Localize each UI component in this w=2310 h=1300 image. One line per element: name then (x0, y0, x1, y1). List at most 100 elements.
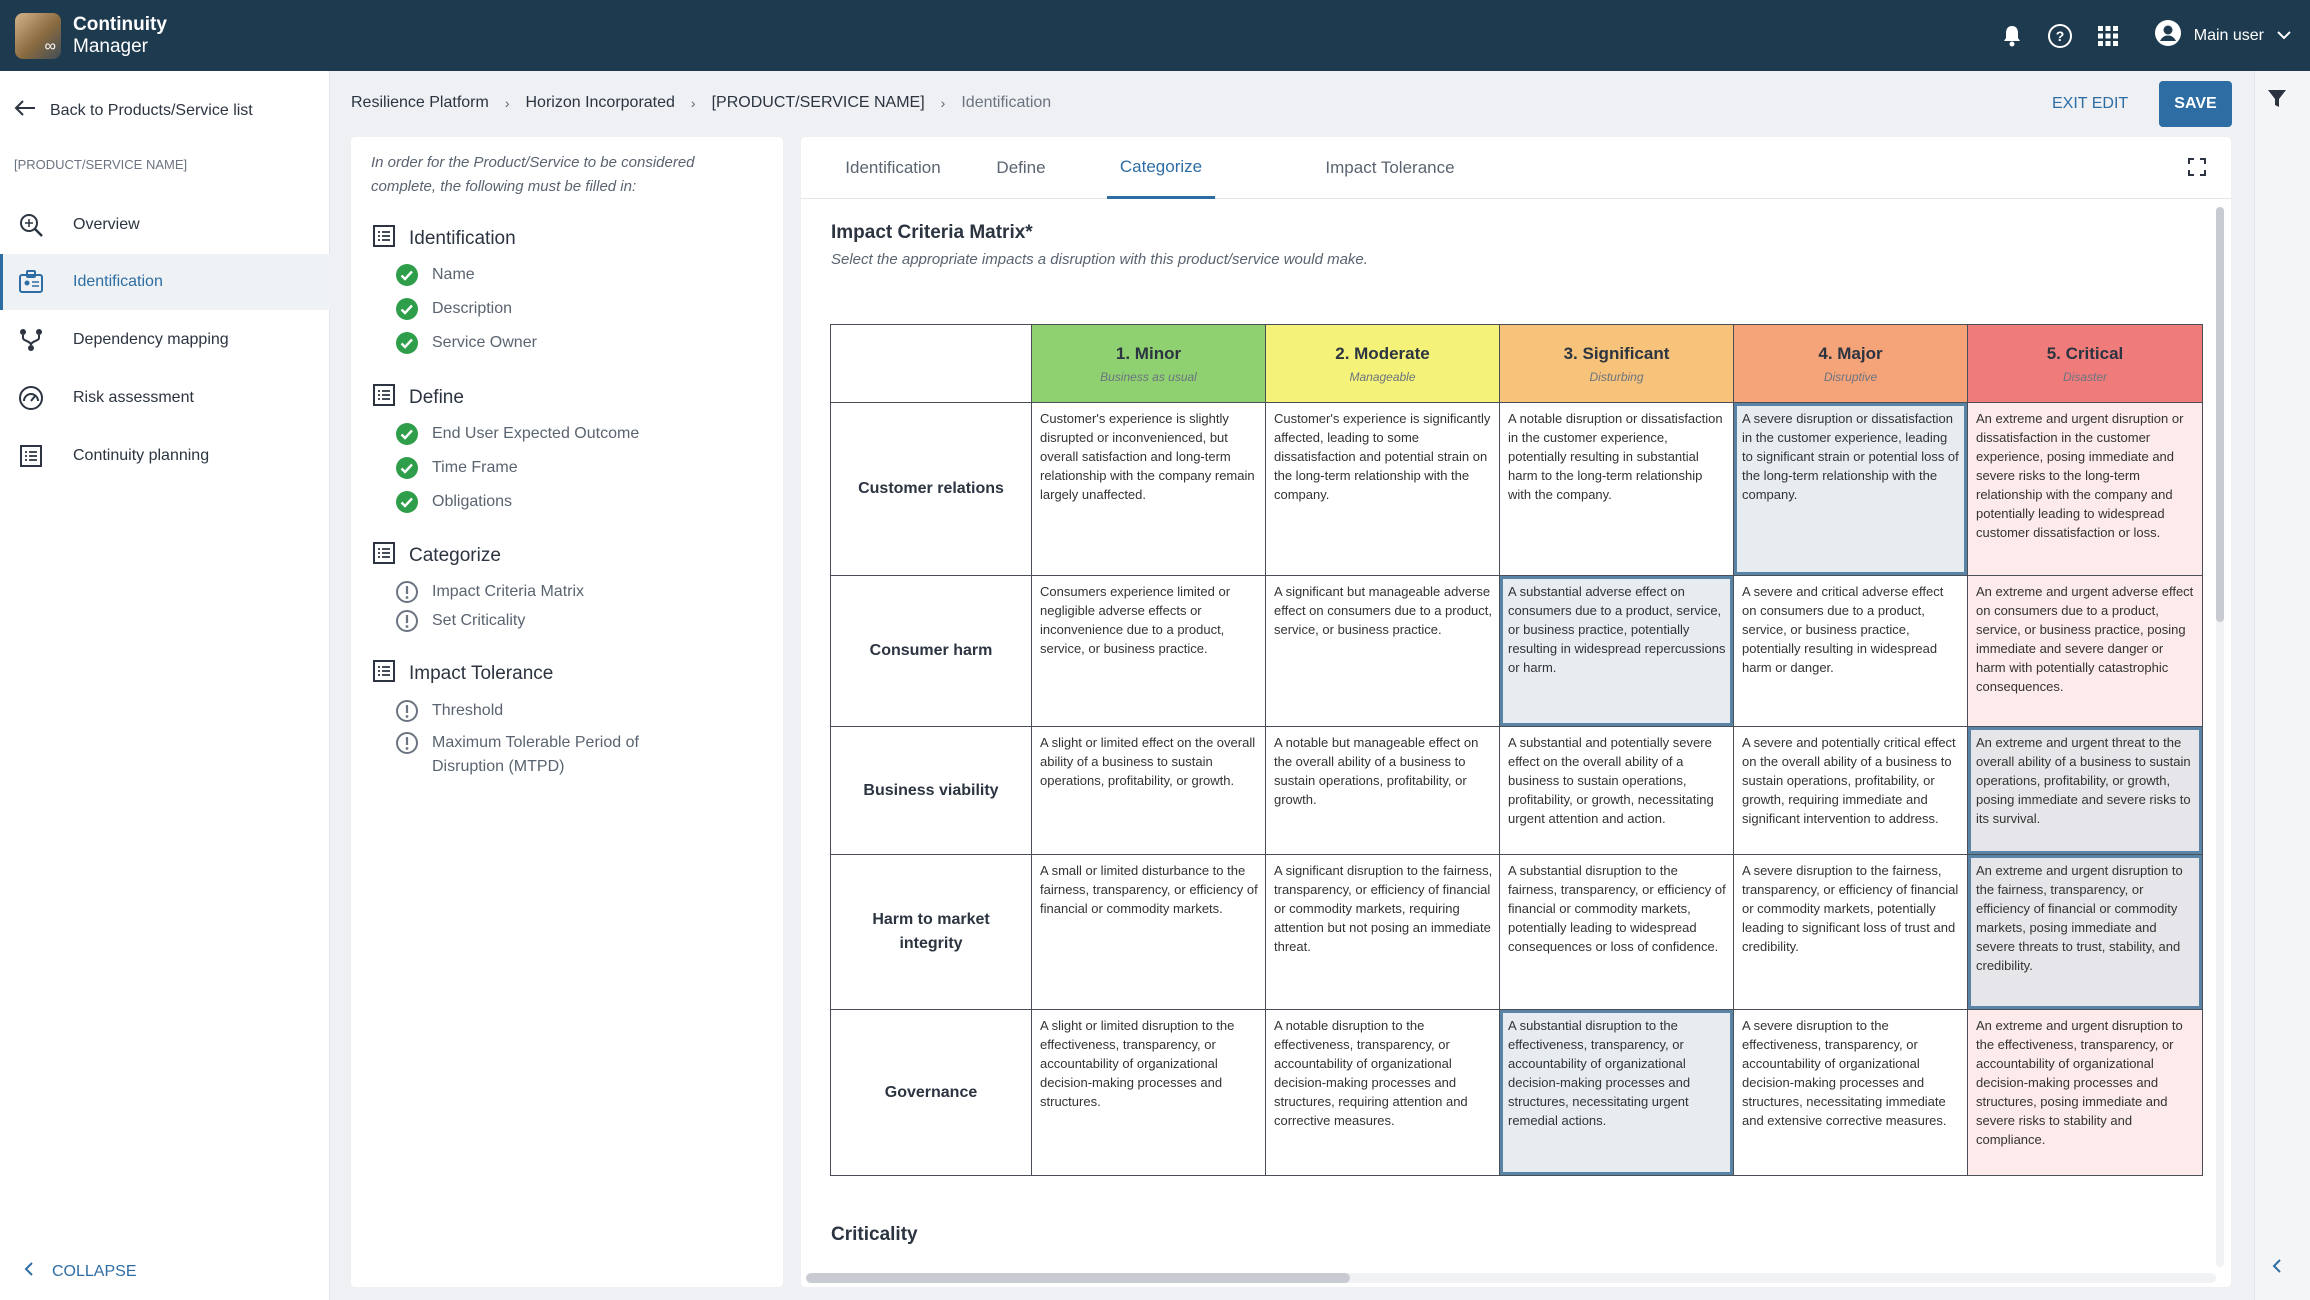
fork-icon (16, 325, 46, 355)
checklist-item: Time Frame (395, 456, 518, 488)
help-icon[interactable]: ? (2044, 20, 2076, 52)
checklist-intro: In order for the Product/Service to be c… (371, 154, 695, 195)
checklist-item-label: Description (432, 300, 513, 317)
vertical-scrollbar-thumb[interactable] (2216, 207, 2224, 622)
matrix-header-row: 1. Minor Business as usual 2. Moderate Man… (830, 324, 2203, 403)
level-header-minor: 1. Minor Business as usual (1031, 324, 1266, 403)
apps-grid-icon[interactable] (2092, 20, 2124, 52)
section-list-icon (373, 384, 395, 412)
matrix-cell[interactable]: A significant disruption to the fairness… (1265, 854, 1500, 1010)
checklist-item-label: Service Owner (432, 334, 537, 351)
matrix-cell[interactable]: A small or limited disturbance to the fa… (1031, 854, 1266, 1010)
checklist-section-title: Define (409, 387, 464, 408)
fullscreen-icon[interactable] (2187, 157, 2207, 182)
breadcrumb-item[interactable]: Resilience Platform (351, 94, 489, 112)
checklist-section-define: Define (373, 384, 464, 412)
matrix-title: Impact Criteria Matrix* (831, 222, 1033, 243)
user-menu[interactable]: Main user (2154, 19, 2292, 52)
level-header-significant: 3. Significant Disturbing (1499, 324, 1734, 403)
matrix-cell[interactable]: A slight or limited disruption to the ef… (1031, 1009, 1266, 1176)
matrix-cell[interactable]: A severe disruption to the effectiveness… (1733, 1009, 1968, 1176)
tab-categorize[interactable]: Categorize (1107, 137, 1215, 199)
matrix-cell-selected[interactable]: An extreme and urgent threat to the over… (1967, 726, 2203, 855)
check-circle-icon (395, 490, 419, 522)
tab-impact-tolerance[interactable]: Impact Tolerance (1295, 137, 1485, 199)
matrix-cell[interactable]: A severe disruption to the fairness, tra… (1733, 854, 1968, 1010)
matrix-cell[interactable]: A notable disruption to the effectivenes… (1265, 1009, 1500, 1176)
matrix-row-label: Customer relations (830, 402, 1032, 576)
account-icon (2154, 19, 2182, 52)
bell-icon[interactable] (1996, 20, 2028, 52)
matrix-cell-selected[interactable]: A severe disruption or dissatisfaction i… (1733, 402, 1968, 576)
check-circle-icon (395, 263, 419, 295)
checklist-item-label: Time Frame (432, 459, 518, 476)
sidebar-item-dependency-mapping[interactable]: Dependency mapping (0, 312, 330, 368)
level-header-critical: 5. Critical Disaster (1967, 324, 2203, 403)
matrix-cell[interactable]: A substantial and potentially severe eff… (1499, 726, 1734, 855)
section-list-icon (373, 660, 395, 688)
sidebar-item-label: Overview (73, 216, 140, 233)
sidebar-item-label: Risk assessment (73, 389, 194, 406)
level-name: 4. Major (1818, 343, 1883, 363)
breadcrumb-item[interactable]: Horizon Incorporated (526, 94, 675, 112)
filter-icon[interactable] (2266, 88, 2288, 115)
checklist-item: End User Expected Outcome (395, 422, 639, 454)
checklist-section-categorize: Categorize (373, 542, 501, 570)
svg-text:?: ? (2055, 28, 2064, 44)
alert-circle-icon (395, 609, 419, 641)
level-name: 2. Moderate (1335, 343, 1430, 363)
sidebar: Back to Products/Service list [PRODUCT/S… (0, 71, 330, 1300)
check-circle-icon (395, 331, 419, 363)
matrix-cell[interactable]: Customer's experience is slightly disrup… (1031, 402, 1266, 576)
matrix-cell[interactable]: A notable but manageable effect on the o… (1265, 726, 1500, 855)
check-circle-icon (395, 422, 419, 454)
chevron-left-icon[interactable] (2272, 1258, 2282, 1279)
section-list-icon (373, 542, 395, 570)
sidebar-item-continuity-planning[interactable]: Continuity planning (0, 428, 330, 484)
matrix-cell[interactable]: A severe and potentially critical effect… (1733, 726, 1968, 855)
matrix-cell[interactable]: A significant but manageable adverse eff… (1265, 575, 1500, 727)
horizontal-scrollbar-thumb[interactable] (806, 1273, 1350, 1283)
impact-criteria-matrix: 1. Minor Business as usual 2. Moderate Man… (830, 324, 2203, 1176)
checklist-item-label: Impact Criteria Matrix (432, 583, 585, 600)
matrix-cell[interactable]: An extreme and urgent adverse effect on … (1967, 575, 2203, 727)
exit-edit-button[interactable]: EXIT EDIT (2052, 95, 2128, 113)
criticality-title: Criticality (831, 1224, 918, 1245)
save-button[interactable]: SAVE (2159, 81, 2232, 127)
matrix-cell-selected[interactable]: A substantial adverse effect on consumer… (1499, 575, 1734, 727)
matrix-cell-selected[interactable]: An extreme and urgent disruption to the … (1967, 854, 2203, 1010)
matrix-cell[interactable]: Consumers experience limited or negligib… (1031, 575, 1266, 727)
matrix-row-label: Consumer harm (830, 575, 1032, 727)
checklist-section-title: Impact Tolerance (409, 663, 554, 684)
matrix-cell[interactable]: A slight or limited effect on the overal… (1031, 726, 1266, 855)
matrix-row-business-viability: Business viability A slight or limited e… (830, 726, 2203, 855)
sidebar-item-label: Identification (73, 273, 163, 290)
matrix-cell[interactable]: Customer's experience is significantly a… (1265, 402, 1500, 576)
sidebar-item-label: Continuity planning (73, 447, 210, 464)
sidebar-item-identification[interactable]: Identification (0, 254, 330, 310)
level-description: Disruptive (1823, 369, 1878, 384)
level-header-moderate: 2. Moderate Manageable (1265, 324, 1500, 403)
matrix-cell[interactable]: An extreme and urgent disruption or diss… (1967, 402, 2203, 576)
collapse-button[interactable]: COLLAPSE (24, 1261, 136, 1282)
matrix-cell-selected[interactable]: A substantial disruption to the effectiv… (1499, 1009, 1734, 1176)
matrix-row-customer-relations: Customer relations Customer's experience… (830, 402, 2203, 576)
level-description: Business as usual (1100, 369, 1197, 384)
tab-identification[interactable]: Identification (823, 137, 963, 199)
alert-circle-icon (395, 580, 419, 612)
breadcrumb-item[interactable]: [PRODUCT/SERVICE NAME] (712, 94, 925, 112)
sidebar-item-risk-assessment[interactable]: Risk assessment (0, 370, 330, 426)
search-icon (16, 210, 46, 240)
matrix-cell[interactable]: A substantial disruption to the fairness… (1499, 854, 1734, 1010)
matrix-cell[interactable]: A severe and critical adverse effect on … (1733, 575, 1968, 727)
checklist-section-identification: Identification (373, 225, 516, 253)
matrix-cell[interactable]: An extreme and urgent disruption to the … (1967, 1009, 2203, 1176)
back-link[interactable]: Back to Products/Service list (14, 99, 253, 122)
sidebar-item-overview[interactable]: Overview (0, 197, 330, 253)
back-link-label: Back to Products/Service list (50, 101, 253, 119)
breadcrumb-current: Identification (961, 94, 1052, 111)
matrix-row-consumer-harm: Consumer harm Consumers experience limit… (830, 575, 2203, 727)
checklist-item: Description (395, 297, 512, 329)
tab-define[interactable]: Define (971, 137, 1071, 199)
matrix-cell[interactable]: A notable disruption or dissatisfaction … (1499, 402, 1734, 576)
